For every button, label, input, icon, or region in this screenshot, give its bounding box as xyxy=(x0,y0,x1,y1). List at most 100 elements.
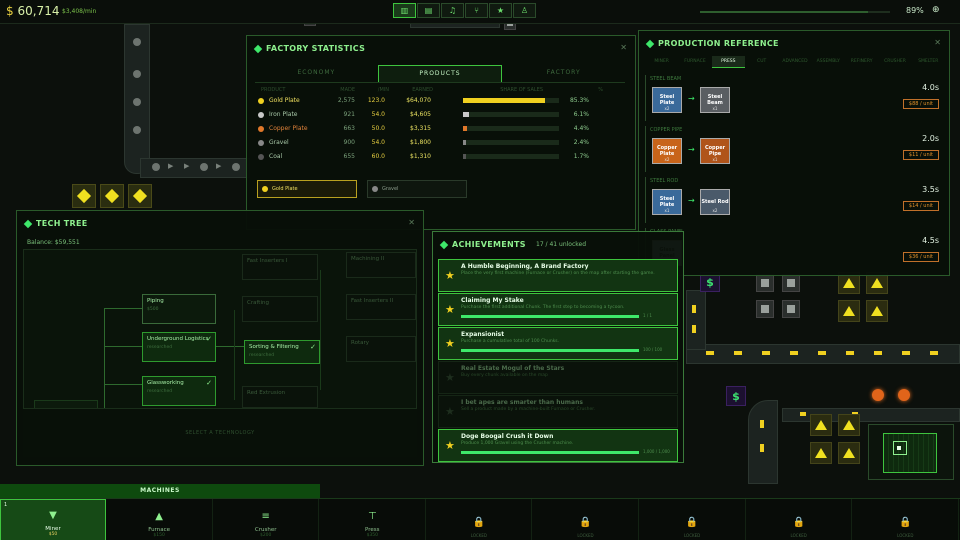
seller-tile[interactable]: $ xyxy=(726,386,746,406)
tech-node-fast-inserters-2[interactable]: Fast Inserters II xyxy=(346,294,416,320)
recipe-card[interactable]: GLASS PANELGlass Panel4.5s$36 / unit xyxy=(645,228,945,274)
machine-slot-crusher[interactable]: ≡ Crusher $200 xyxy=(213,499,320,540)
zoom-icon[interactable]: ⊕ xyxy=(932,5,940,15)
iron-ore-tile[interactable] xyxy=(782,274,800,292)
tech-tree-canvas[interactable]: Piping $500 Underground Logistics resear… xyxy=(23,249,417,409)
table-row[interactable]: Coal 655 60.0 $1,310 1.7% xyxy=(255,150,625,163)
crusher-icon: ≡ xyxy=(261,511,270,522)
machine-slot-locked[interactable]: 🔒 LOCKED xyxy=(426,499,533,540)
production-reference-panel: PRODUCTION REFERENCE ✕ MINER FURNACE PRESS… xyxy=(638,30,950,276)
close-icon[interactable]: ✕ xyxy=(934,38,941,47)
gold-miner[interactable] xyxy=(838,442,860,464)
product-dot-icon xyxy=(258,153,264,160)
recipe-input-name: Steel Plate xyxy=(659,196,675,208)
product-name: Iron Plate xyxy=(269,111,298,118)
copper-ore[interactable] xyxy=(872,389,884,401)
top-earner-card[interactable]: Gold Plate xyxy=(257,180,357,198)
gold-miner[interactable] xyxy=(866,300,888,322)
product-pct: 85.3% xyxy=(569,97,589,104)
gold-miner[interactable] xyxy=(810,442,832,464)
machine-slot-locked[interactable]: 🔒 LOCKED xyxy=(640,499,746,540)
close-icon[interactable]: ✕ xyxy=(620,43,627,52)
gold-miner[interactable] xyxy=(838,414,860,436)
tech-node-sorting[interactable]: Sorting & Filtering researched ✓ xyxy=(244,340,320,364)
machine-slot-locked[interactable]: 🔒 LOCKED xyxy=(746,499,853,540)
machine-slot-press[interactable]: ⊤ Press $350 xyxy=(320,499,426,540)
tab-economy[interactable]: ECONOMY xyxy=(255,65,378,82)
recipe-card[interactable]: COPPER PIPE Copper Plate x2 → Copper Pipe x1 2… xyxy=(645,126,945,172)
most-made-card[interactable]: Gravel xyxy=(367,180,467,198)
gold-ore-tile[interactable] xyxy=(128,184,152,208)
book-icon[interactable]: ▤ xyxy=(417,3,440,18)
machine-slot-locked[interactable]: 🔒 LOCKED xyxy=(533,499,639,540)
star-icon: ★ xyxy=(445,439,455,452)
tech-node-machining[interactable]: Machining II xyxy=(346,252,416,278)
achievement-card[interactable]: ★ Doge Boogal Crush it Down Produce 1,000 … xyxy=(438,429,678,462)
tech-node-red-extrusion[interactable]: Red Extrusion xyxy=(242,386,318,408)
tab-refinery[interactable]: REFINERY xyxy=(845,56,878,68)
tree-icon[interactable]: ⑂ xyxy=(465,3,488,18)
tab-smelter[interactable]: SMELTER xyxy=(912,56,945,68)
achievement-card[interactable]: ★ I bet apes are smarter than humans Sell … xyxy=(438,395,678,428)
column-header: SHARE OF SALES xyxy=(500,87,543,93)
tech-node-rotary[interactable]: Rotary xyxy=(346,336,416,362)
tab-advanced[interactable]: ADVANCED xyxy=(778,56,811,68)
tech-node-label: Fast Inserters I xyxy=(247,258,288,264)
most-made-value: Gravel xyxy=(382,186,399,192)
tech-node-status: researched xyxy=(147,389,173,394)
tab-factory[interactable]: FACTORY xyxy=(502,65,625,82)
tab-furnace[interactable]: FURNACE xyxy=(678,56,711,68)
machine-slot-locked[interactable]: 🔒 LOCKED xyxy=(853,499,959,540)
gold-ore-tile[interactable] xyxy=(100,184,124,208)
tab-products[interactable]: PRODUCTS xyxy=(377,65,503,82)
product-pct: 1.7% xyxy=(573,153,589,160)
machines-tab[interactable]: MACHINES xyxy=(0,484,320,498)
recipe-input-tile: Steel Plate x1 xyxy=(652,189,682,215)
chart-icon[interactable]: ▥ xyxy=(393,3,416,18)
tech-node-underground[interactable]: Underground Logistics researched ✓ xyxy=(142,332,216,362)
achievement-card[interactable]: ★ Expansionist Purchase a cumulative total… xyxy=(438,327,678,360)
achievement-card[interactable]: ★ Real Estate Mogul of the Stars Buy every… xyxy=(438,361,678,394)
recipe-price: $11 / unit xyxy=(902,150,939,160)
stats-header: PRODUCT MADE/MIN EARNED SHARE OF SALES% xyxy=(261,87,621,93)
tab-assembly[interactable]: ASSEMBLY xyxy=(812,56,845,68)
achievement-card[interactable]: ★ Claiming My Stake Purchase the first add… xyxy=(438,293,678,326)
recipe-card[interactable]: STEEL BEAM Steel Plate x2 → Steel Beam x1 4.0s… xyxy=(645,75,945,121)
achievement-card[interactable]: ★ A Humble Beginning, A Brand Factory Plac… xyxy=(438,259,678,292)
tab-miner[interactable]: MINER xyxy=(645,56,678,68)
table-row[interactable]: Gravel 900 54.0 $1,800 2.4% xyxy=(255,136,625,149)
tech-node-status: researched xyxy=(249,353,275,358)
recipe-card[interactable]: STEEL ROD Steel Plate x1 → Steel Rod x2 3.5s $1… xyxy=(645,177,945,223)
gold-ore-tile[interactable] xyxy=(72,184,96,208)
tab-press[interactable]: PRESS xyxy=(711,56,745,68)
minimap[interactable] xyxy=(868,424,954,480)
tech-node-fast-inserters-1[interactable]: Fast Inserters I xyxy=(242,254,318,280)
table-row[interactable]: Gold Plate 2,575 123.0 $64,070 85.3% xyxy=(255,94,625,107)
bell-icon[interactable]: ♫ xyxy=(441,3,464,18)
table-row[interactable]: Iron Plate 921 54.0 $4,605 6.1% xyxy=(255,108,625,121)
iron-ore-tile[interactable] xyxy=(782,300,800,318)
tech-node-glassworking[interactable]: Glassworking researched ✓ xyxy=(142,376,216,406)
tab-cut[interactable]: CUT xyxy=(745,56,778,68)
tech-node-crafting[interactable]: Crafting xyxy=(242,296,318,322)
zoom-track[interactable] xyxy=(700,11,890,13)
machine-slot-miner[interactable]: 1 ▼ Miner $50 xyxy=(0,499,106,540)
tech-node-label: Machining II xyxy=(351,256,385,262)
star-icon[interactable]: ★ xyxy=(489,3,512,18)
game-stage[interactable]: ▶ ▶ ▶ $ $ $ 60,714 $3,408/min ▥ ▤ ♫ ⑂ ★ … xyxy=(0,0,960,540)
gold-dot-icon xyxy=(262,186,268,192)
tab-crusher[interactable]: CRUSHER xyxy=(878,56,911,68)
table-row[interactable]: Copper Plate 663 50.0 $3,315 4.4% xyxy=(255,122,625,135)
tech-node-piping[interactable]: Piping $500 xyxy=(142,294,216,324)
machine-slot-furnace[interactable]: ▲ Furnace $150 xyxy=(107,499,213,540)
gold-miner[interactable] xyxy=(810,414,832,436)
copper-ore[interactable] xyxy=(898,389,910,401)
iron-ore-tile[interactable] xyxy=(756,300,774,318)
recipe-output-qty: x1 xyxy=(712,106,718,111)
gold-miner[interactable] xyxy=(838,300,860,322)
close-icon[interactable]: ✕ xyxy=(408,218,415,227)
achievement-title: Expansionist xyxy=(461,331,505,338)
recipe-time: 4.5s xyxy=(922,236,939,245)
iron-ore-tile[interactable] xyxy=(756,274,774,292)
person-icon[interactable]: ♙ xyxy=(513,3,536,18)
